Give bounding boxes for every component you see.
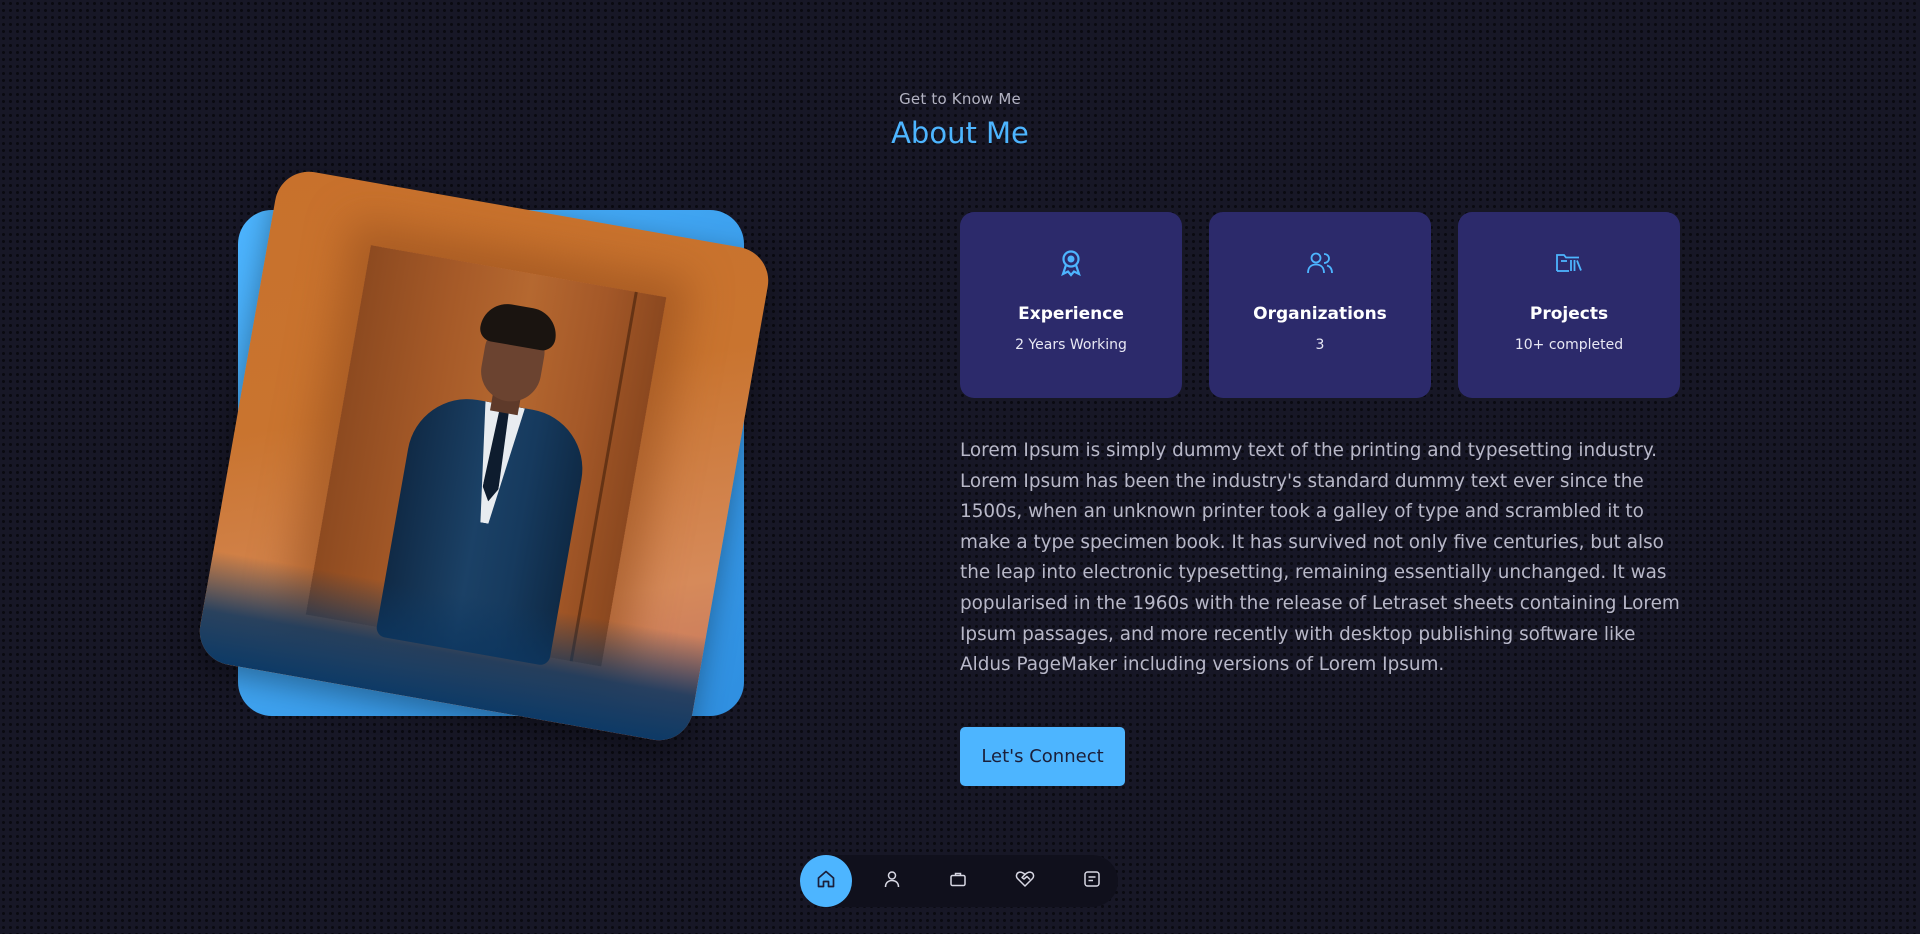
nav-about[interactable] — [866, 855, 918, 907]
card-label: Experience — [1018, 304, 1124, 324]
nav-contact[interactable] — [1066, 855, 1118, 907]
nav-home[interactable] — [800, 855, 852, 907]
section-subtitle: Get to Know Me — [899, 90, 1021, 108]
profile-photo — [194, 166, 774, 746]
home-icon — [816, 869, 836, 893]
nav-services[interactable] — [999, 855, 1051, 907]
about-description: Lorem Ipsum is simply dummy text of the … — [960, 440, 1680, 676]
card-label: Organizations — [1253, 304, 1387, 324]
lets-connect-button[interactable]: Let's Connect — [960, 727, 1125, 786]
card-label: Projects — [1529, 304, 1609, 324]
users-icon — [1209, 248, 1431, 278]
organizations-card: Organizations 3 — [1209, 212, 1431, 398]
projects-card: Projects 10+ completed — [1458, 212, 1680, 398]
card-value: 3 — [1315, 337, 1325, 353]
handshake-icon — [1015, 870, 1035, 892]
nav-experience[interactable] — [932, 855, 984, 907]
user-icon — [883, 870, 901, 892]
folder-icon — [1458, 248, 1680, 278]
card-value: 2 Years Working — [1015, 337, 1127, 353]
award-icon — [960, 248, 1182, 278]
card-value: 10+ completed — [1514, 337, 1624, 353]
experience-card: Experience 2 Years Working — [960, 212, 1182, 398]
message-icon — [1083, 870, 1101, 892]
bottom-nav — [800, 855, 1118, 907]
briefcase-icon — [949, 870, 967, 892]
section-title: About Me — [891, 116, 1029, 150]
